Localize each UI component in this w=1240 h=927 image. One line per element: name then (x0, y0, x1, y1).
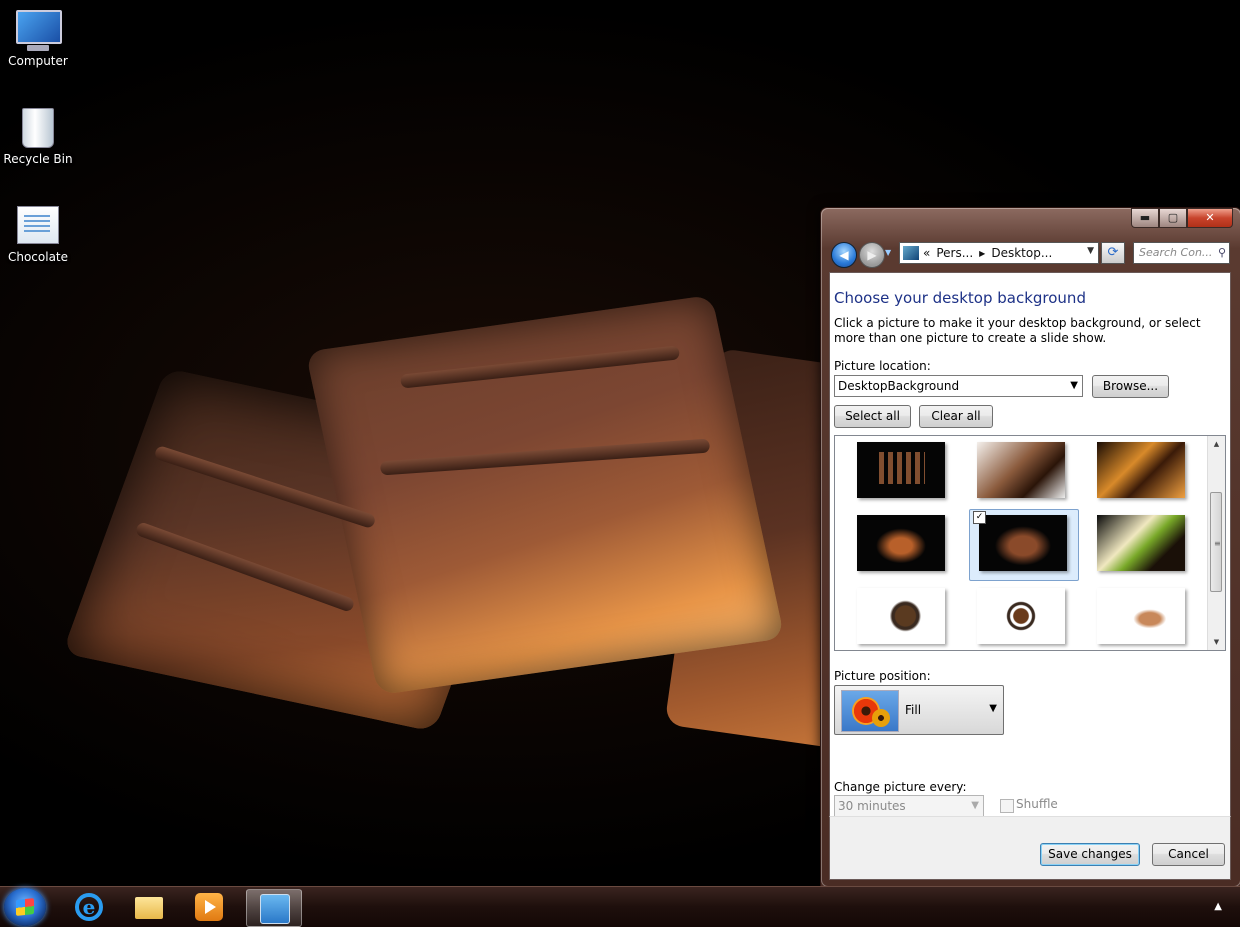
taskbar: e ▲ (0, 886, 1240, 927)
picture-position-select[interactable]: Fill ▼ (834, 685, 1004, 735)
taskbar-windows-explorer[interactable] (122, 889, 176, 925)
breadcrumb-personalization[interactable]: Pers... (936, 246, 973, 260)
forward-button[interactable]: ▶ (859, 242, 885, 268)
chevron-down-icon: ▼ (989, 703, 997, 714)
scrollbar-thumb[interactable]: ≡ (1210, 492, 1222, 592)
internet-explorer-icon: e (75, 893, 103, 921)
select-all-button[interactable]: Select all (834, 405, 911, 428)
thumbnail-chocolate-curls[interactable] (1097, 442, 1185, 498)
address-dropdown-icon[interactable]: ▼ (1087, 246, 1094, 256)
thumbnail-chocolate-pot[interactable] (1097, 588, 1185, 644)
scroll-down-icon[interactable]: ▼ (1208, 634, 1225, 650)
shuffle-label: Shuffle (1016, 797, 1058, 811)
windows-logo-icon (16, 898, 34, 916)
refresh-button[interactable]: ⟳ (1101, 242, 1125, 264)
computer-icon (16, 10, 62, 51)
picture-position-label: Picture position: (834, 669, 931, 683)
picture-gallery: ✓ ▲ ≡ ▼ (834, 435, 1226, 651)
media-player-icon (195, 893, 223, 921)
taskbar-media-player[interactable] (182, 889, 236, 925)
start-button[interactable] (4, 888, 46, 926)
chevron-down-icon: ▼ (971, 800, 979, 811)
dialog-footer: Save changes Cancel (829, 816, 1231, 880)
thumbnail-chocolate-assortment[interactable] (857, 442, 945, 498)
thumbnail-checkbox[interactable]: ✓ (973, 511, 986, 524)
position-preview-image (841, 690, 899, 732)
clear-all-button[interactable]: Clear all (919, 405, 993, 428)
browse-button[interactable]: Browse... (1092, 375, 1169, 398)
close-button[interactable]: ✕ (1187, 208, 1233, 228)
page-description: Click a picture to make it your desktop … (834, 316, 1201, 345)
address-bar[interactable]: « Pers... ▶ Desktop... ▼ (899, 242, 1099, 264)
change-interval-select[interactable]: 30 minutes ▼ (834, 795, 984, 817)
picture-location-value: DesktopBackground (838, 379, 960, 393)
change-picture-every-label: Change picture every: (834, 780, 967, 794)
scroll-up-icon[interactable]: ▲ (1208, 436, 1225, 452)
thumbnail-chocolate-plate[interactable] (977, 588, 1065, 644)
thumbnail-chocolate-slices[interactable] (857, 515, 945, 571)
gallery-scrollbar[interactable]: ▲ ≡ ▼ (1207, 436, 1225, 650)
wallpaper-chocolate-center (305, 294, 785, 696)
shuffle-checkbox[interactable] (1000, 799, 1014, 813)
minimize-button[interactable]: ▬ (1131, 208, 1159, 228)
desktop-icon-label: Recycle Bin (3, 152, 73, 166)
theme-file-icon (16, 206, 60, 246)
thumbnail-chocolate-green[interactable] (1097, 515, 1185, 571)
desktop-icon-chocolate[interactable]: Chocolate (0, 196, 76, 264)
page-title: Choose your desktop background (834, 289, 1086, 307)
maximize-button[interactable]: ▢ (1159, 208, 1187, 228)
search-input[interactable]: Search Con... ⚲ (1133, 242, 1230, 264)
control-panel-icon (903, 246, 919, 260)
taskbar-internet-explorer[interactable]: e (62, 889, 116, 925)
picture-location-select[interactable]: DesktopBackground ▼ (834, 375, 1083, 397)
thumbnail-chocolate-pieces[interactable] (977, 442, 1065, 498)
search-placeholder: Search Con... (1139, 246, 1213, 259)
breadcrumb-desktop-background[interactable]: Desktop... (991, 246, 1052, 260)
thumbnail-chocolate-cake[interactable] (857, 588, 945, 644)
chevron-down-icon: ▼ (1070, 380, 1078, 391)
picture-position-value: Fill (905, 703, 922, 717)
address-overflow[interactable]: « (923, 246, 930, 260)
recycle-bin-icon (16, 108, 60, 148)
search-icon[interactable]: ⚲ (1218, 243, 1226, 263)
desktop-icon-computer[interactable]: Computer (0, 0, 76, 68)
desktop-background-window: ▬ ▢ ✕ ◀ ▶ ▼ « Pers... ▶ Desktop... ▼ ⟳ S… (820, 207, 1240, 888)
desktop-icon-recycle-bin[interactable]: Recycle Bin (0, 98, 76, 166)
control-panel-icon (260, 894, 290, 924)
folder-icon (135, 897, 163, 919)
back-button[interactable]: ◀ (831, 242, 857, 268)
content-pane: Choose your desktop background Click a p… (829, 272, 1231, 818)
recent-pages-dropdown-icon[interactable]: ▼ (885, 248, 891, 257)
desktop-icon-label: Computer (8, 54, 68, 68)
taskbar-control-panel[interactable] (246, 889, 302, 927)
breadcrumb-separator-icon: ▶ (979, 248, 986, 258)
change-interval-value: 30 minutes (838, 799, 906, 813)
cancel-button[interactable]: Cancel (1152, 843, 1225, 866)
desktop-icon-label: Chocolate (7, 250, 69, 264)
save-changes-button[interactable]: Save changes (1040, 843, 1140, 866)
picture-location-label: Picture location: (834, 359, 931, 373)
caption-buttons: ▬ ▢ ✕ (1131, 208, 1233, 228)
thumbnail-chocolate-bonbons[interactable] (979, 515, 1067, 571)
show-hidden-icons-icon[interactable]: ▲ (1214, 901, 1222, 912)
